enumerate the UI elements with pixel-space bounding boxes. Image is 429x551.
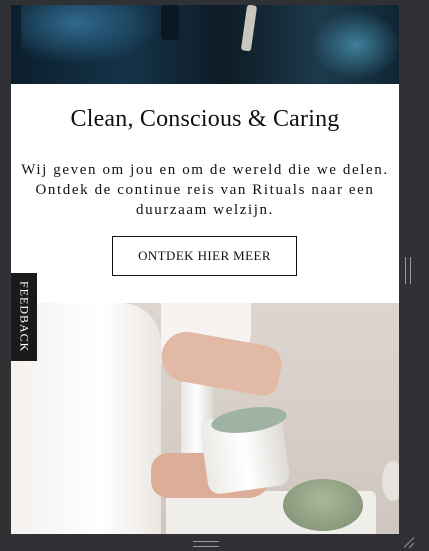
hero-top-glow: [21, 5, 161, 65]
promo-title: Clean, Conscious & Caring: [70, 106, 340, 132]
horizontal-resize-handle[interactable]: [193, 541, 219, 547]
promo-description-line: duurzaam welzijn.: [136, 202, 274, 218]
content-area: Clean, Conscious & Caring Wij geven om j…: [11, 5, 399, 534]
hero-top-shape: [161, 5, 179, 40]
vertical-resize-handle[interactable]: [405, 257, 411, 284]
promo-description: Wij geven om jou en om de wereld die we …: [11, 160, 399, 220]
promo-description-line: Wij geven om jou en om de wereld die we …: [21, 162, 389, 178]
hero-top-shape: [240, 5, 258, 52]
photo-jar-lid: [283, 479, 363, 531]
feedback-label: FEEDBACK: [17, 281, 32, 353]
photo-ball: [382, 461, 399, 501]
photo-hand: [157, 327, 285, 399]
resize-grip-icon[interactable]: [403, 536, 415, 548]
hero-top-glow: [311, 10, 399, 80]
promo-description-line: Ontdek de continue reis van Rituals naar…: [35, 182, 375, 198]
hero-image-top: [11, 5, 399, 84]
discover-more-button[interactable]: ONTDEK HIER MEER: [112, 236, 297, 276]
hero-image-bottom: [11, 303, 399, 534]
feedback-tab[interactable]: FEEDBACK: [11, 273, 37, 361]
promo-panel: Clean, Conscious & Caring Wij geven om j…: [11, 84, 399, 303]
